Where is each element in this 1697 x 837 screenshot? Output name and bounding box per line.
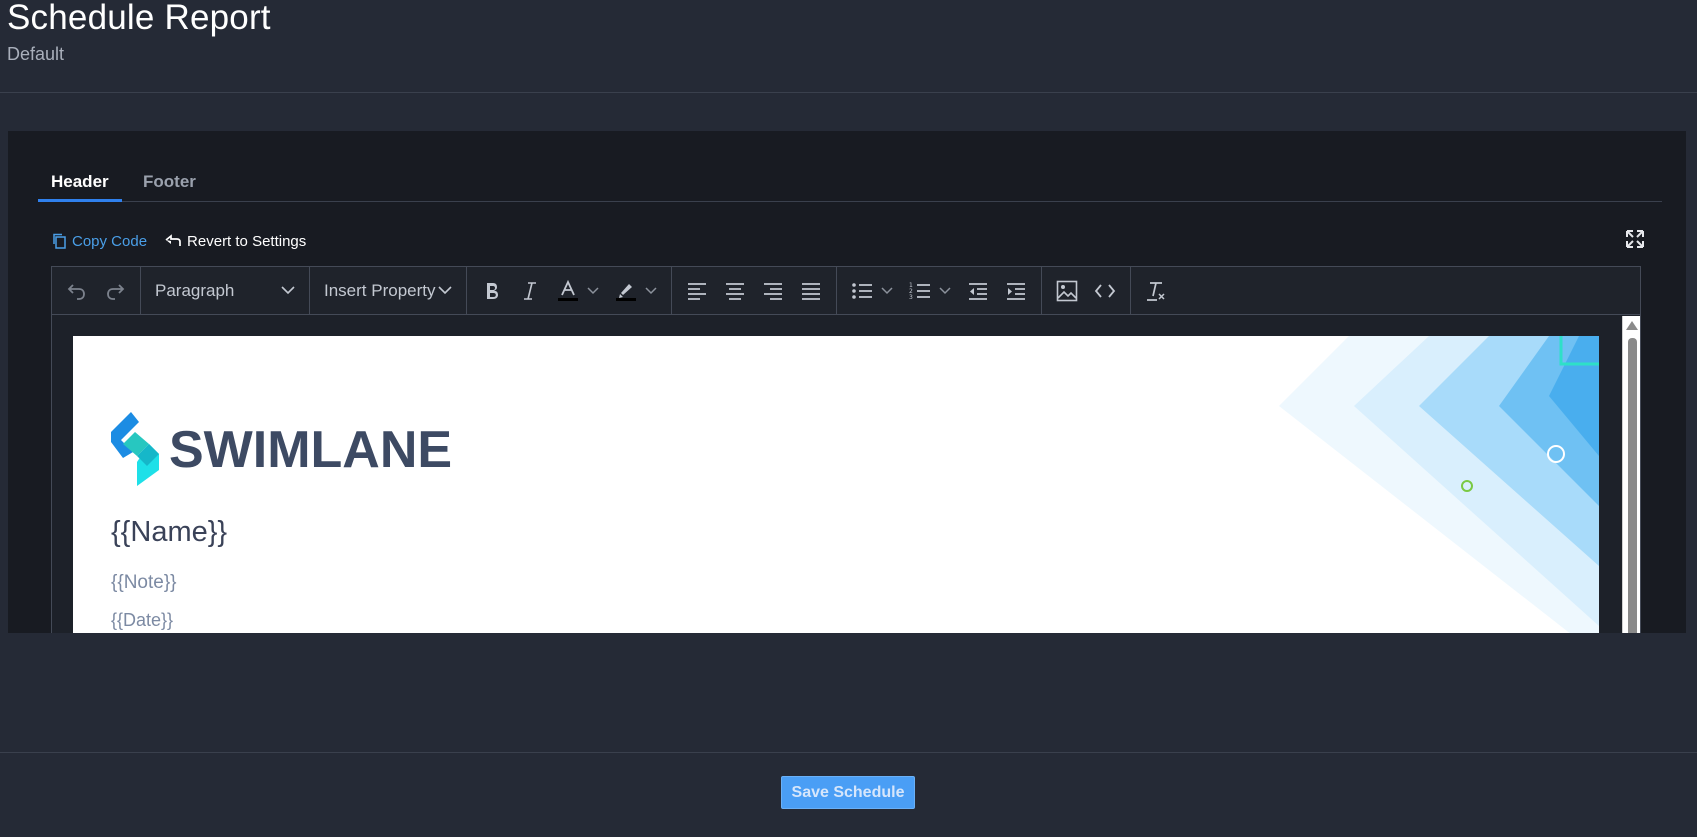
chevron-down-icon: [281, 286, 295, 295]
tab-bar: Header Footer: [38, 167, 1662, 202]
editor-content[interactable]: SWIMLANE {{Name}} {{Note}} {{Date}}: [52, 316, 1640, 633]
paragraph-select-value: Paragraph: [155, 280, 235, 300]
undo-icon[interactable]: [58, 274, 96, 308]
chevron-down-icon: [939, 286, 951, 294]
text-color-icon: [558, 279, 578, 301]
date-placeholder: {{Date}}: [111, 610, 174, 630]
revert-to-settings-button[interactable]: Revert to Settings: [165, 233, 306, 250]
numbered-list-button[interactable]: 123: [901, 274, 959, 308]
clear-group: [1131, 267, 1181, 315]
image-icon[interactable]: [1048, 274, 1086, 308]
clear-format-icon[interactable]: [1137, 274, 1175, 308]
scroll-thumb[interactable]: [1628, 338, 1637, 633]
swimlane-logo: SWIMLANE: [111, 412, 471, 491]
editor-panel: Header Footer Copy Code Revert to Settin…: [8, 131, 1686, 633]
property-group: Insert Property: [310, 266, 467, 315]
rich-text-editor: Paragraph Insert Property 1 2 3 SWIMLANE…: [51, 266, 1641, 633]
redo-icon[interactable]: [96, 274, 134, 308]
insert-group: [1042, 266, 1131, 315]
text-color-button[interactable]: [549, 274, 607, 308]
insert-property-value: Insert Property: [324, 280, 436, 300]
history-group: [52, 266, 141, 315]
copy-icon: [53, 233, 66, 249]
decorative-graphic: [1279, 336, 1599, 633]
chevron-down-icon: [645, 286, 657, 294]
name-placeholder: {{Name}}: [111, 516, 228, 548]
logo-text: SWIMLANE: [169, 421, 452, 479]
bullet-list-button[interactable]: [843, 274, 901, 308]
highlight-button[interactable]: [607, 274, 665, 308]
align-right-icon[interactable]: [754, 274, 792, 308]
italic-icon[interactable]: [511, 274, 549, 308]
highlight-icon: [616, 283, 636, 301]
scroll-up-arrow[interactable]: [1626, 321, 1638, 330]
header-document[interactable]: SWIMLANE {{Name}} {{Note}} {{Date}}: [73, 336, 1599, 633]
page-title: Schedule Report: [7, 0, 271, 37]
svg-text:3: 3: [909, 294, 913, 301]
editor-actions: Copy Code Revert to Settings: [52, 229, 324, 253]
tab-footer[interactable]: Footer: [130, 167, 209, 202]
save-schedule-button[interactable]: Save Schedule: [781, 776, 915, 809]
indent-icon[interactable]: [997, 274, 1035, 308]
code-icon[interactable]: [1086, 274, 1124, 308]
align-center-icon[interactable]: [716, 274, 754, 308]
align-justify-icon[interactable]: [792, 274, 830, 308]
revert-icon: [165, 234, 181, 246]
list-group: 123: [837, 266, 1042, 315]
numbered-list-icon: 123: [909, 282, 930, 301]
chevron-down-icon: [881, 286, 893, 294]
editor-scrollbar[interactable]: [1622, 316, 1640, 633]
bold-icon[interactable]: [473, 274, 511, 308]
alignment-group: [672, 266, 837, 315]
bullet-list-icon: [852, 282, 872, 299]
revert-label: Revert to Settings: [187, 232, 307, 250]
tab-header[interactable]: Header: [38, 167, 122, 202]
insert-property-select[interactable]: Insert Property: [314, 274, 462, 308]
chevron-down-icon: [438, 286, 452, 295]
chevron-down-icon: [587, 286, 599, 294]
page-header: Schedule Report Default: [0, 0, 1697, 93]
editor-toolbar: Paragraph Insert Property 1 2 3: [52, 266, 1640, 315]
block-format-group: Paragraph: [141, 266, 310, 315]
outdent-icon[interactable]: [959, 274, 997, 308]
paragraph-select[interactable]: Paragraph: [145, 274, 305, 308]
page-subtitle: Default: [7, 44, 65, 64]
copy-code-button[interactable]: Copy Code: [52, 233, 147, 250]
align-left-icon[interactable]: [678, 274, 716, 308]
note-placeholder: {{Note}}: [111, 572, 177, 593]
copy-code-label: Copy Code: [72, 232, 148, 250]
text-style-group: [467, 266, 672, 315]
fullscreen-icon[interactable]: [1624, 228, 1646, 250]
